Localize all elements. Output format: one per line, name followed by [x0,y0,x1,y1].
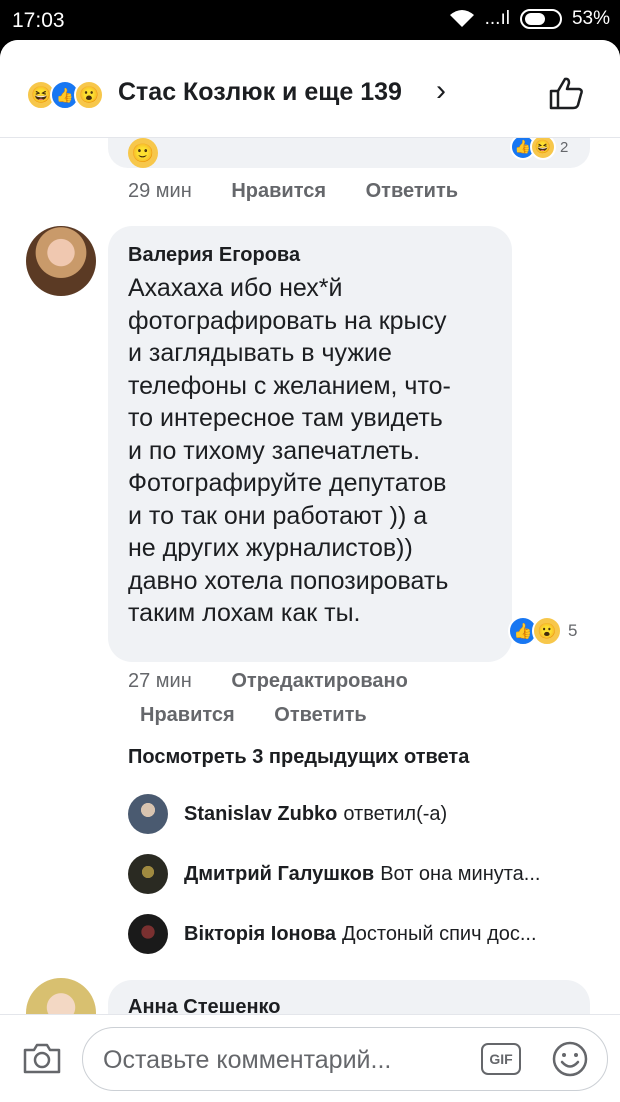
comments-sheet: 😆 👍 😮 Стас Козлюк и еще 139 › 🙂 👍 😆 2 29… [0,40,620,1102]
previous-comment-meta: 29 мин Нравится Ответить [128,180,492,203]
reply-author[interactable]: Вікторія Іонова [184,923,336,946]
header-reactions: 😆 👍 😮 [26,80,104,110]
haha-reaction-icon: 😆 [530,138,556,160]
comment-composer: Оставьте комментарий... GIF [0,1014,620,1102]
comment-time: 29 мин [128,180,192,202]
reply-item[interactable]: Вікторія Іонова Достоный спич дос... [128,914,537,954]
wow-reaction-icon: 😮 [532,616,562,646]
emoji-icon[interactable] [551,1040,589,1078]
reply-text: ответил(-а) [343,802,448,825]
smile-emoji-icon: 🙂 [128,138,158,168]
reactors-summary[interactable]: Стас Козлюк и еще 139 [118,78,402,107]
view-previous-replies-link[interactable]: Посмотреть 3 предыдущих ответа [128,746,469,769]
avatar[interactable] [128,854,168,894]
reply-item[interactable]: Stanislav Zubko ответил(-а) [128,794,447,834]
comment-author[interactable]: Валерия Егорова [128,244,300,267]
reactions-header[interactable]: 😆 👍 😮 Стас Козлюк и еще 139 › [0,40,620,138]
edited-label[interactable]: Отредактировано [231,670,408,692]
signal-icon: ...ıl [484,8,510,29]
reply-text: Достоный спич дос... [341,922,537,945]
avatar[interactable] [128,914,168,954]
status-bar: 17:03 ...ıl 53% [0,0,620,40]
status-time: 17:03 [12,9,65,32]
avatar[interactable] [26,978,96,1014]
reply-link[interactable]: Ответить [274,704,366,726]
comment-meta: 27 мин Отредактировано [128,670,408,693]
comment-placeholder: Оставьте комментарий... [103,1046,392,1074]
previous-comment-reactions[interactable]: 👍 😆 2 [510,138,568,160]
gif-button[interactable]: GIF [481,1043,521,1075]
like-link[interactable]: Нравится [231,180,326,202]
avatar[interactable] [128,794,168,834]
battery-icon [519,9,562,29]
reaction-count: 2 [560,138,569,156]
comment-reactions[interactable]: 👍 😮 5 [508,616,577,646]
reply-item[interactable]: Дмитрий Галушков Вот она минута... [128,854,540,894]
like-outline-icon[interactable] [548,76,584,110]
comment-time: 27 мин [128,670,192,692]
reaction-count: 5 [568,621,578,640]
comment-input[interactable]: Оставьте комментарий... GIF [82,1027,608,1091]
reply-text: Вот она минута... [380,862,541,885]
reply-author[interactable]: Дмитрий Галушков [184,863,374,886]
wifi-icon [449,10,474,27]
wow-reaction-icon: 😮 [74,80,104,110]
comment-actions: Нравится Ответить [140,704,401,727]
camera-icon[interactable] [22,1041,62,1075]
reply-author[interactable]: Stanislav Zubko [184,803,337,826]
like-link[interactable]: Нравится [140,704,235,726]
comments-list[interactable]: 🙂 👍 😆 2 29 мин Нравится Ответить Валерия… [0,138,620,1014]
battery-percent: 53% [571,8,610,29]
chevron-right-icon[interactable]: › [436,74,446,108]
status-icons: ...ıl 53% [449,8,610,30]
comment-text: Ахахаха ибо нех*й фотографировать на кры… [128,274,451,627]
reply-link[interactable]: Ответить [366,180,458,202]
avatar[interactable] [26,226,96,296]
comment-author[interactable]: Анна Стешенко [128,996,280,1014]
